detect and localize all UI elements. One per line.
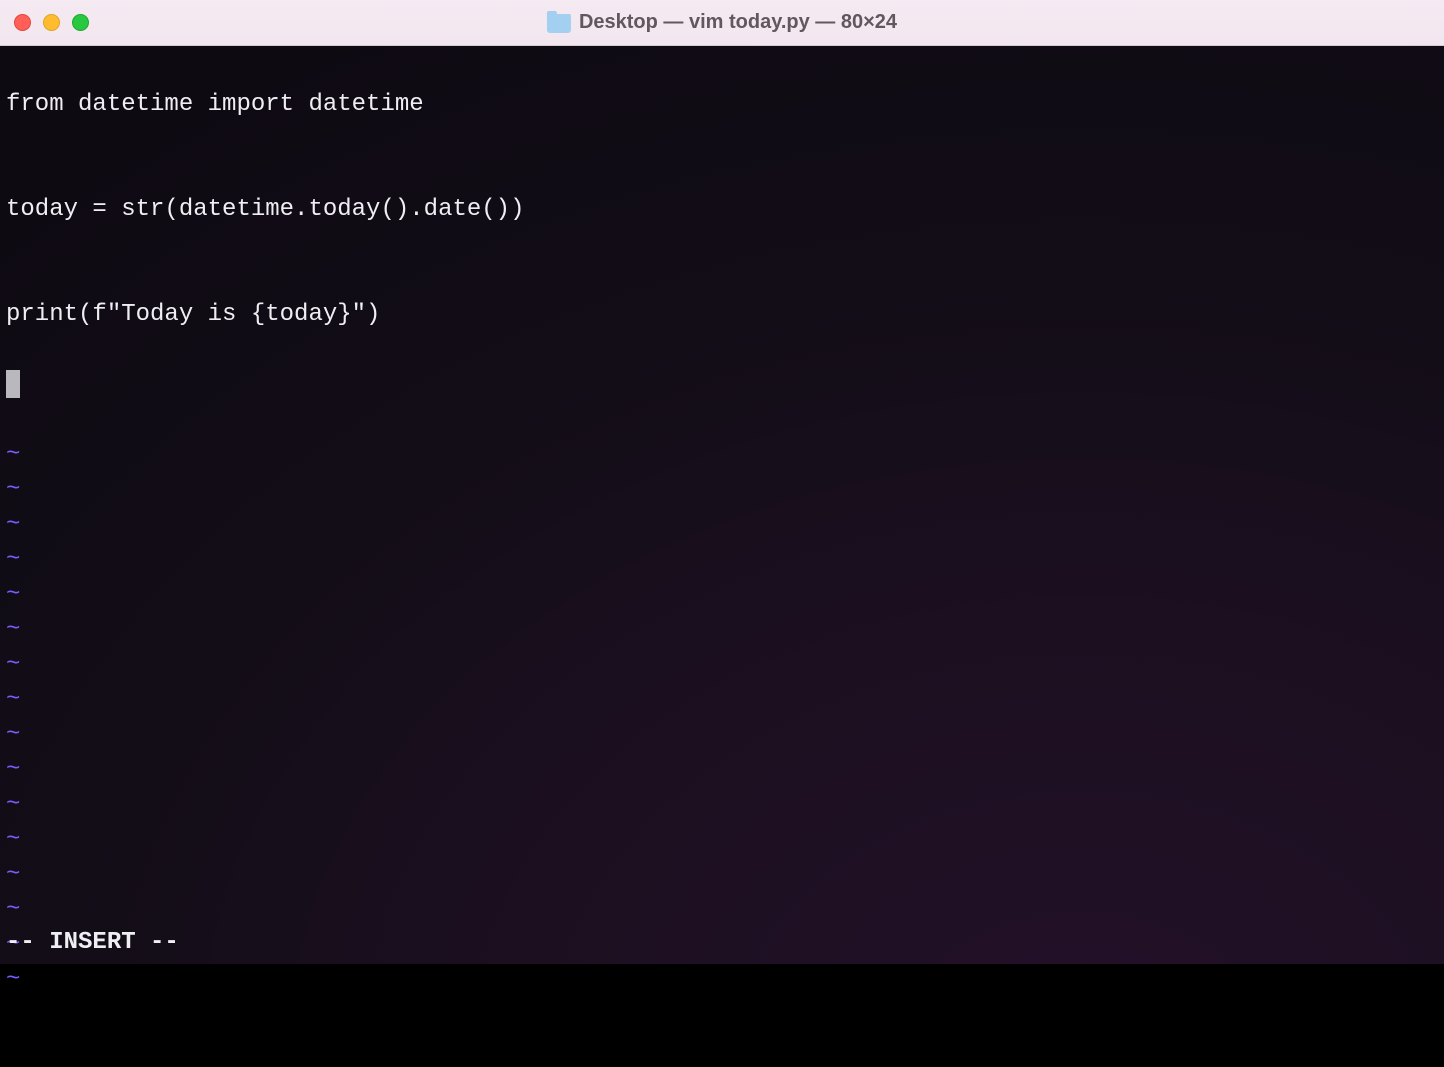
close-icon[interactable] — [14, 14, 31, 31]
empty-line-tilde: ~ — [6, 437, 1438, 472]
code-line-3: today = str(datetime.today().date()) — [6, 192, 1438, 227]
fullscreen-icon[interactable] — [72, 14, 89, 31]
code-line-1: from datetime import datetime — [6, 87, 1438, 122]
cursor-icon — [6, 370, 20, 398]
empty-line-tilde: ~ — [6, 507, 1438, 542]
empty-line-tilde: ~ — [6, 542, 1438, 577]
empty-line-tilde: ~ — [6, 682, 1438, 717]
terminal-area[interactable]: from datetime import datetime today = st… — [0, 46, 1444, 964]
empty-line-tilde: ~ — [6, 787, 1438, 822]
empty-line-tilde: ~ — [6, 892, 1438, 927]
empty-line-tilde: ~ — [6, 647, 1438, 682]
empty-line-tilde: ~ — [6, 612, 1438, 647]
cursor-line — [6, 367, 1438, 402]
vim-mode-line: -- INSERT -- — [6, 925, 179, 960]
empty-line-tilde: ~ — [6, 472, 1438, 507]
code-line-5: print(f"Today is {today}") — [6, 297, 1438, 332]
empty-line-tilde: ~ — [6, 857, 1438, 892]
traffic-lights — [14, 14, 89, 31]
empty-line-tilde: ~ — [6, 822, 1438, 857]
window-title: Desktop — vim today.py — 80×24 — [547, 11, 897, 34]
folder-icon — [547, 14, 571, 33]
window-titlebar: Desktop — vim today.py — 80×24 — [0, 0, 1444, 46]
empty-line-tilde: ~ — [6, 577, 1438, 612]
window-title-text: Desktop — vim today.py — 80×24 — [579, 11, 897, 34]
empty-line-tilde: ~ — [6, 752, 1438, 787]
empty-line-tilde: ~ — [6, 717, 1438, 752]
empty-line-tilde: ~ — [6, 962, 1438, 997]
empty-line-tilde: ~ — [6, 927, 1438, 962]
minimize-icon[interactable] — [43, 14, 60, 31]
